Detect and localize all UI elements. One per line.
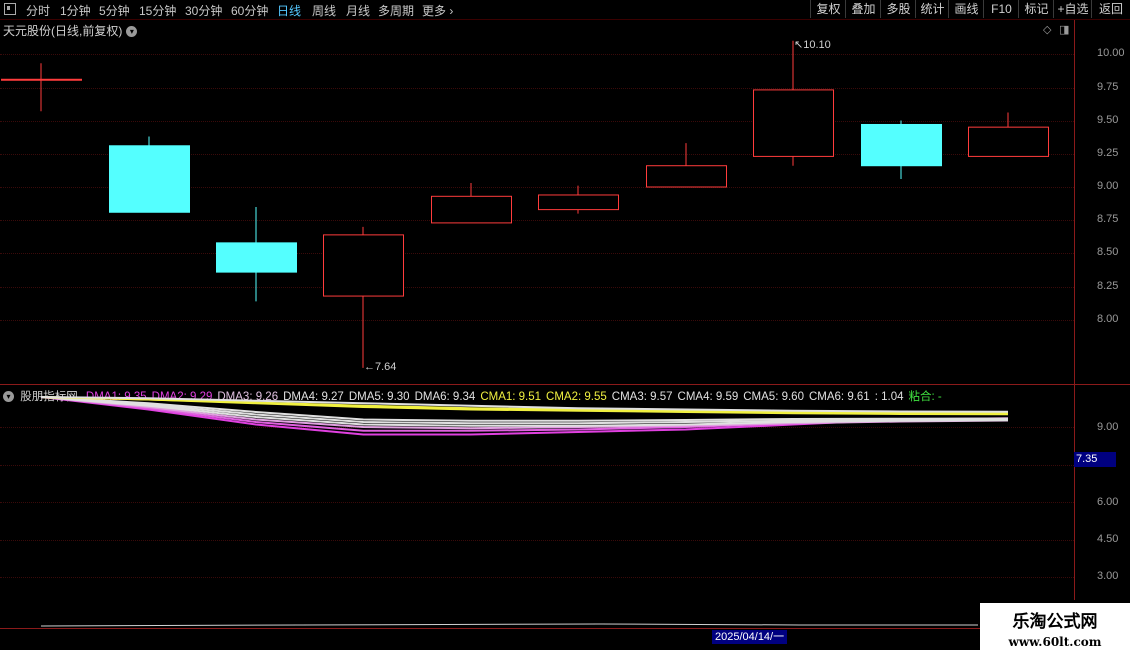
- period-toolbar: 分时 1分钟 5分钟 15分钟 30分钟 60分钟 日线 周线 月线 多周期 更…: [0, 0, 1130, 20]
- price-tick: 9.25: [1097, 147, 1119, 159]
- watermark-line1: 乐淘公式网: [1012, 612, 1098, 632]
- indicator-line-dma1: [40, 396, 1009, 436]
- high-annotation: ↖10.10: [794, 38, 831, 51]
- low-annotation-value: 7.64: [375, 361, 397, 373]
- low-annotation: ←7.64: [364, 361, 396, 373]
- candlestick-chart: [1, 40, 1049, 368]
- price-axis-divider: [1074, 20, 1075, 385]
- sub-chart: [40, 623, 978, 627]
- f10-button[interactable]: F10: [983, 0, 1019, 18]
- watermark-line2: www.60lt.com: [1008, 635, 1102, 649]
- period-30min[interactable]: 30分钟: [185, 2, 222, 19]
- current-value-badge: 7.35: [1074, 452, 1116, 467]
- back-button[interactable]: 返回: [1091, 0, 1130, 18]
- period-fenshi[interactable]: 分时: [26, 2, 50, 19]
- candle-body: [1, 78, 82, 81]
- price-tick: 9.00: [1097, 180, 1119, 192]
- period-60min[interactable]: 60分钟: [231, 2, 268, 19]
- more-label: 更多: [422, 4, 447, 18]
- candle-body: [109, 145, 190, 213]
- candle-body: [538, 194, 619, 211]
- price-tick: 8.00: [1097, 313, 1119, 325]
- indicator-tick: 6.00: [1097, 496, 1119, 508]
- arrow-icon: ↖: [794, 39, 804, 51]
- price-tick: 9.75: [1097, 81, 1119, 93]
- indicator-chart: [40, 396, 1009, 436]
- candle-body: [861, 123, 942, 167]
- draw-button[interactable]: 画线: [948, 0, 984, 18]
- multi-stock-button[interactable]: 多股: [880, 0, 916, 18]
- add-favorite-button[interactable]: +自选: [1053, 0, 1092, 18]
- candle-body: [646, 165, 727, 188]
- menu-icon[interactable]: [4, 3, 16, 15]
- period-monthly[interactable]: 月线: [346, 2, 370, 19]
- indicator-tick: 3.00: [1097, 570, 1119, 582]
- stats-button[interactable]: 统计: [915, 0, 949, 18]
- candle-body: [216, 242, 297, 273]
- period-5min[interactable]: 5分钟: [99, 2, 130, 19]
- period-multi[interactable]: 多周期: [378, 2, 414, 19]
- overlay-button[interactable]: 叠加: [845, 0, 881, 18]
- indicator-tick: 9.00: [1097, 421, 1119, 433]
- bottom-separator: [0, 628, 1130, 629]
- mark-button[interactable]: 标记: [1018, 0, 1054, 18]
- candle-body: [431, 195, 512, 224]
- candle-body: [968, 126, 1049, 157]
- period-weekly[interactable]: 周线: [312, 2, 336, 19]
- price-tick: 8.75: [1097, 213, 1119, 225]
- sub-chart-line: [40, 623, 978, 627]
- candle-body: [323, 234, 404, 297]
- period-1min[interactable]: 1分钟: [60, 2, 91, 19]
- high-annotation-value: 10.10: [803, 39, 831, 51]
- indicator-tick: 4.50: [1097, 533, 1119, 545]
- watermark: 乐淘公式网 www.60lt.com: [980, 603, 1130, 650]
- price-tick: 10.00: [1097, 47, 1125, 59]
- arrow-icon: ←: [364, 361, 375, 373]
- chevron-right-icon: ›: [449, 4, 454, 18]
- date-label: 2025/04/14/一: [712, 630, 788, 644]
- price-tick: 9.50: [1097, 114, 1119, 126]
- period-15min[interactable]: 15分钟: [139, 2, 176, 19]
- candle-body: [753, 89, 834, 157]
- price-tick: 8.25: [1097, 280, 1119, 292]
- price-tick: 8.50: [1097, 246, 1119, 258]
- period-daily[interactable]: 日线: [277, 2, 301, 19]
- fuquan-button[interactable]: 复权: [810, 0, 846, 18]
- period-more[interactable]: 更多 ›: [422, 2, 453, 19]
- indicator-axis-divider: [1074, 385, 1075, 600]
